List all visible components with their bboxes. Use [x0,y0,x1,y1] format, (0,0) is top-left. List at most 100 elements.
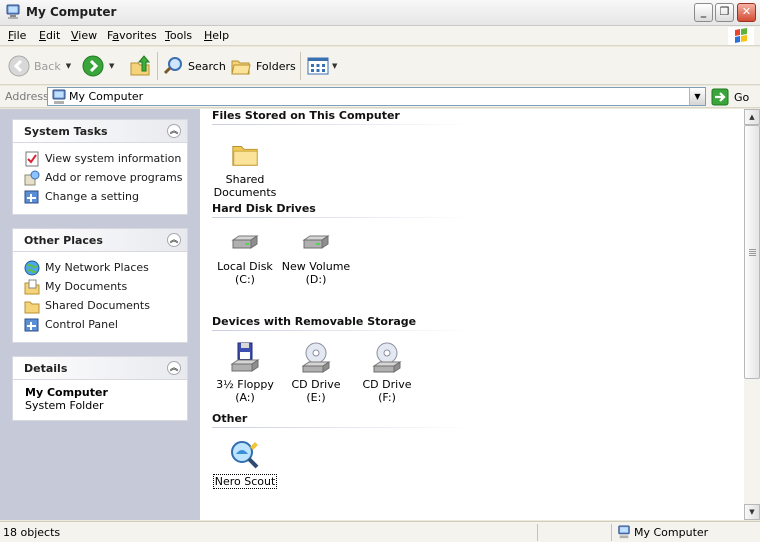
menu-file[interactable]: File [8,29,26,42]
windows-logo-icon [728,27,754,45]
my-computer-icon [6,4,20,19]
group-header-files-stored: Files Stored on This Computer [212,109,400,122]
standard-toolbar: Back ▼ ▼ Search Folders ▼ [0,47,760,85]
toolbar-separator [300,52,301,80]
system-info-icon [25,151,39,166]
system-tasks-panel: System Tasks ︽ View system information A… [12,119,188,215]
folder-icon [24,301,40,313]
details-name: My Computer [25,386,108,399]
maximize-button[interactable]: ❐ [715,3,734,22]
search-button[interactable]: Search [162,52,226,80]
item-nero-scout[interactable]: Nero Scout [210,439,280,489]
place-my-network-places[interactable]: My Network Places [24,258,187,277]
cd-drive-icon [372,342,402,373]
group-header-other: Other [212,412,248,425]
group-divider [212,330,472,331]
scroll-thumb[interactable] [744,125,760,379]
folders-icon [231,60,251,75]
group-divider [212,217,472,218]
group-divider [212,427,472,428]
hard-disk-icon [231,235,259,249]
up-folder-icon [130,55,151,76]
group-header-hard-disk-drives: Hard Disk Drives [212,202,316,215]
task-add-remove-programs[interactable]: Add or remove programs [24,168,187,187]
vertical-scrollbar[interactable]: ▲ ▼ [744,109,760,520]
group-divider [212,124,472,125]
go-button[interactable]: Go [711,88,749,106]
floppy-drive-icon [230,342,260,372]
views-dropdown-icon[interactable]: ▼ [332,62,337,70]
menu-view[interactable]: View [71,29,97,42]
views-button[interactable]: ▼ [307,52,337,80]
scroll-up-arrow-icon[interactable]: ▲ [744,109,760,125]
item-cd-drive-f[interactable]: CD Drive (F:) [352,342,422,404]
place-control-panel[interactable]: Control Panel [24,315,187,334]
other-places-header[interactable]: Other Places ︽ [13,229,187,252]
item-floppy-a[interactable]: 3½ Floppy (A:) [210,342,280,404]
place-shared-documents[interactable]: Shared Documents [24,296,187,315]
group-header-removable-storage: Devices with Removable Storage [212,315,417,328]
details-type: System Folder [25,399,104,412]
item-cd-drive-e[interactable]: CD Drive (E:) [281,342,351,404]
address-bar: Address My Computer ▼ Go [0,86,760,108]
my-computer-icon [618,525,630,539]
forward-dropdown-icon[interactable]: ▼ [109,62,114,70]
close-button[interactable]: ✕ [737,3,756,22]
hard-disk-icon [302,235,330,249]
up-folder-button[interactable] [128,52,152,80]
status-bar: 18 objects My Computer [0,521,760,542]
collapse-chevron-icon[interactable]: ︽ [167,233,181,247]
status-object-count: 18 objects [3,526,61,539]
window-title: My Computer [26,5,117,19]
add-remove-programs-icon [24,170,40,185]
status-divider [611,524,612,541]
back-arrow-icon [8,55,30,77]
details-panel: Details ︽ My Computer System Folder [12,356,188,421]
place-my-documents[interactable]: My Documents [24,277,187,296]
menu-tools[interactable]: Tools [165,29,192,42]
address-dropdown-icon[interactable]: ▼ [689,88,705,105]
details-header[interactable]: Details ︽ [13,357,187,380]
status-divider [537,524,538,541]
my-computer-icon [52,89,66,104]
forward-arrow-icon [82,55,104,77]
status-location: My Computer [634,526,709,539]
folders-button[interactable]: Folders [230,52,296,80]
item-local-disk-c[interactable]: Local Disk (C:) [210,234,280,286]
menu-bar: File Edit View Favorites Tools Help [0,26,760,46]
task-view-system-information[interactable]: View system information [24,149,187,168]
collapse-chevron-icon[interactable]: ︽ [167,361,181,375]
back-button[interactable]: Back ▼ [8,52,71,80]
cd-drive-icon [301,342,331,373]
back-dropdown-icon[interactable]: ▼ [66,62,71,70]
task-change-a-setting[interactable]: Change a setting [24,187,187,206]
title-bar[interactable]: My Computer _ ❐ ✕ [0,0,760,26]
scroll-grip [749,249,756,256]
item-new-volume-d[interactable]: New Volume (D:) [281,234,351,286]
address-value: My Computer [69,90,144,103]
control-panel-icon [24,190,39,203]
search-icon [163,57,182,75]
item-shared-documents[interactable]: Shared Documents [210,139,280,199]
task-pane: System Tasks ︽ View system information A… [0,109,200,520]
collapse-chevron-icon[interactable]: ︽ [167,124,181,138]
my-documents-icon [24,279,40,294]
control-panel-icon [24,318,39,331]
menu-edit[interactable]: Edit [39,29,60,42]
menu-help[interactable]: Help [204,29,229,42]
toolbar-separator [157,52,158,80]
nero-scout-icon [231,441,259,469]
address-input[interactable]: My Computer ▼ [47,87,706,106]
minimize-button[interactable]: _ [694,3,713,22]
file-view: Files Stored on This Computer Shared Doc… [200,109,744,520]
other-places-panel: Other Places ︽ My Network Places My Docu… [12,228,188,343]
address-label: Address [5,90,49,103]
go-arrow-icon [711,88,729,106]
menu-favorites[interactable]: Favorites [107,29,157,42]
folder-icon [232,146,258,166]
network-places-icon [24,260,40,275]
system-tasks-header[interactable]: System Tasks ︽ [13,120,187,143]
views-icon [307,57,329,75]
forward-button[interactable]: ▼ [82,52,114,80]
scroll-down-arrow-icon[interactable]: ▼ [744,504,760,520]
